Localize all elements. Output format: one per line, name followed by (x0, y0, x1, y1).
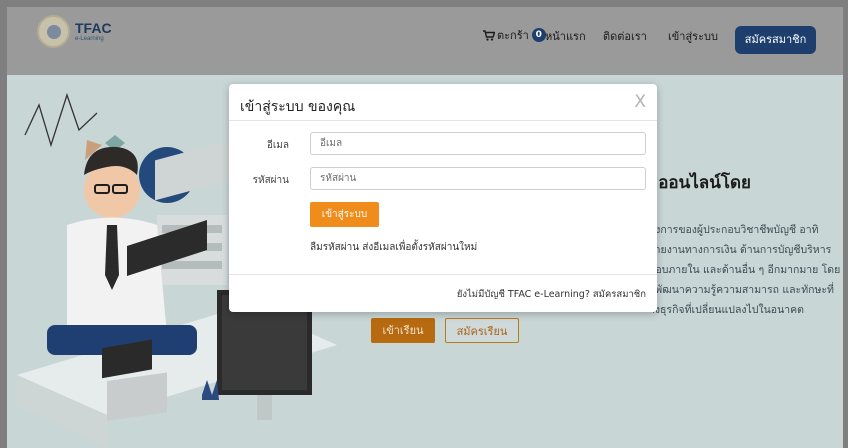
logo-text: TFAC e-Learning (75, 21, 112, 42)
register-course-button[interactable]: สมัครเรียน (445, 318, 519, 343)
site-header: TFAC e-Learning ตะกร้า 0 หน้าแรก ติดต่อเ… (7, 7, 843, 75)
page: TFAC e-Learning ตะกร้า 0 หน้าแรก ติดต่อเ… (7, 7, 843, 448)
hero-body-line: รายงานทางการเงิน ด้านการบัญชีบริหาร (649, 244, 832, 256)
signup-prompt-link[interactable]: ยังไม่มีบัญชี TFAC e-Learning? สมัครสมาช… (457, 287, 646, 302)
cart-icon (483, 29, 495, 41)
logo[interactable]: TFAC e-Learning (37, 15, 112, 48)
hero-body: องการของผู้ประกอบวิชาชีพบัญชี อาทิ รายงา… (649, 220, 841, 320)
signup-button[interactable]: สมัครสมาชิก (735, 26, 816, 54)
nav-home[interactable]: หน้าแรก (545, 27, 586, 45)
cart-label: ตะกร้า (497, 29, 529, 42)
logo-subtitle: e-Learning (75, 36, 104, 42)
enroll-button[interactable]: เข้าเรียน (371, 318, 435, 343)
modal-title: เข้าสู่ระบบ ของคุณ (240, 99, 356, 115)
logo-name: TFAC (75, 20, 112, 36)
login-modal: เข้าสู่ระบบ ของคุณ X อีเมล รหัสผ่าน เข้า… (229, 84, 657, 312)
cart-link[interactable]: ตะกร้า 0 (483, 26, 546, 44)
email-field[interactable] (310, 132, 646, 155)
hero-body-line: องการของผู้ประกอบวิชาชีพบัญชี อาทิ (649, 224, 819, 236)
cart-count-badge: 0 (531, 28, 546, 42)
password-field[interactable] (310, 167, 646, 190)
modal-footer-divider (229, 274, 657, 275)
hero-title: มออนไลน์โดย (647, 173, 751, 193)
password-label: รหัสผ่าน (252, 175, 289, 186)
logo-emblem-icon (37, 15, 70, 48)
login-button[interactable]: เข้าสู่ระบบ (310, 202, 379, 227)
close-icon[interactable]: X (634, 92, 646, 112)
forgot-password-link[interactable]: ลืมรหัสผ่าน ส่งอีเมลเพื่อตั้งรหัสผ่านใหม… (310, 240, 477, 255)
nav-contact[interactable]: ติดต่อเรา (603, 27, 647, 45)
email-label: อีเมล (266, 140, 289, 151)
modal-header-divider (229, 120, 657, 121)
hero-body-line: อพัฒนาความรู้ความสามารถ และทักษะที่ (649, 284, 834, 296)
hero-body-line: างธุรกิจที่เปลี่ยนแปลงไปในอนาคต (649, 304, 804, 316)
hero-body-line: สอบภายใน และด้านอื่น ๆ อีกมากมาย โดย (649, 264, 841, 276)
nav-login[interactable]: เข้าสู่ระบบ (668, 27, 718, 45)
